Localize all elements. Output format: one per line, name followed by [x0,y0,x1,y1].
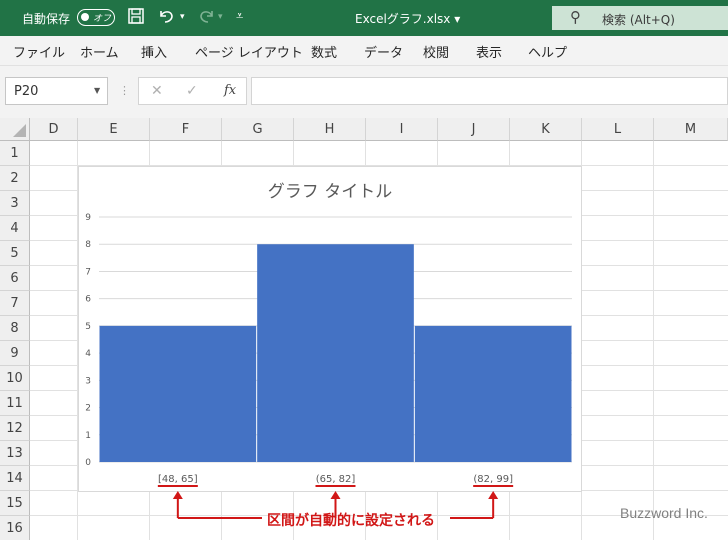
annotation-text: 区間が自動的に設定される [267,513,435,529]
x-category-label: (82, 99] [473,474,513,485]
row-header-2[interactable]: 2 [0,166,30,191]
search-icon: ⚲ [570,8,581,26]
column-header-f[interactable]: F [150,118,222,141]
tab-formulas[interactable]: 数式 [311,42,337,61]
histogram-bar[interactable] [257,244,414,462]
chart-plot-area[interactable]: 0 1 2 3 4 5 6 7 8 9 [48, 65] (65, 82] (82, 99] [79,167,581,491]
row-header-4[interactable]: 4 [0,216,30,241]
select-all-button[interactable] [0,118,30,141]
search-placeholder: 検索 (Alt+Q) [602,13,675,27]
formula-bar: P20 ▼ ⋮ ✕ ✓ fx [0,66,728,118]
autosave-state: オフ [93,14,112,24]
row-header-13[interactable]: 13 [0,441,30,466]
column-header-g[interactable]: G [222,118,294,141]
undo-icon[interactable] [157,7,177,29]
tab-data[interactable]: データ [364,42,403,61]
y-tick-label: 2 [85,404,91,414]
row-header-8[interactable]: 8 [0,316,30,341]
column-header-j[interactable]: J [438,118,510,141]
row-header-9[interactable]: 9 [0,341,30,366]
redo-dropdown-icon: ▾ [218,12,223,22]
histogram-chart[interactable]: グラフ タイトル 0 1 2 3 4 5 6 7 8 9 [48, 65] (65, 82] (82, … [78,166,582,492]
y-tick-label: 4 [85,349,91,359]
watermark: Buzzword Inc. [620,505,708,521]
y-tick-label: 8 [85,240,91,250]
x-category-label: [48, 65] [158,474,198,485]
more-options-icon[interactable]: ⋮ [119,84,130,97]
row-header-10[interactable]: 10 [0,366,30,391]
y-tick-label: 0 [85,458,91,468]
search-box[interactable]: ⚲ 検索 (Alt+Q) [552,6,728,30]
tab-file[interactable]: ファイル [13,42,65,61]
row-header-3[interactable]: 3 [0,191,30,216]
x-category-label: (65, 82] [316,474,356,485]
column-header-e[interactable]: E [78,118,150,141]
tab-insert[interactable]: 挿入 [141,42,167,61]
tab-help[interactable]: ヘルプ [528,42,567,61]
enter-icon[interactable]: ✓ [186,83,198,99]
toggle-knob [81,13,89,21]
tab-page-layout[interactable]: ページ レイアウト [195,42,303,61]
row-header-12[interactable]: 12 [0,416,30,441]
y-tick-label: 3 [85,376,91,386]
ribbon-tabs: ファイル ホーム 挿入 ページ レイアウト 数式 データ 校閲 表示 ヘルプ [0,36,728,66]
customize-qat-icon[interactable]: ⩡ [236,9,243,24]
document-title[interactable]: Excelグラフ.xlsx ▾ [355,10,460,27]
row-header-15[interactable]: 15 [0,491,30,516]
histogram-bar[interactable] [99,325,257,462]
undo-dropdown-icon[interactable]: ▾ [180,12,185,22]
formula-buttons: ✕ ✓ fx [138,77,247,105]
y-tick-label: 5 [85,322,91,332]
save-icon[interactable] [127,7,145,29]
row-header-1[interactable]: 1 [0,141,30,166]
autosave-label: 自動保存 [22,12,71,26]
formula-input[interactable] [251,77,728,105]
tab-home[interactable]: ホーム [80,42,119,61]
histogram-bar[interactable] [414,325,572,462]
column-header-k[interactable]: K [510,118,582,141]
column-header-d[interactable]: D [30,118,78,141]
column-header-h[interactable]: H [294,118,366,141]
insert-function-icon[interactable]: fx [224,83,236,98]
y-tick-label: 7 [85,267,91,277]
cancel-icon[interactable]: ✕ [151,83,163,99]
select-all-triangle [13,124,26,137]
row-header-5[interactable]: 5 [0,241,30,266]
tab-review[interactable]: 校閲 [423,42,449,61]
row-header-6[interactable]: 6 [0,266,30,291]
name-box-value: P20 [14,84,39,99]
y-tick-label: 9 [85,213,91,223]
row-header-16[interactable]: 16 [0,516,30,540]
y-tick-label: 1 [85,431,91,441]
title-bar: 自動保存 オフ ▾ ▾ ⩡ Excelグラフ.xlsx ▾ ⚲ 検索 (Alt+… [0,0,728,36]
row-header-7[interactable]: 7 [0,291,30,316]
name-box-dropdown-icon[interactable]: ▼ [94,86,100,95]
column-header-l[interactable]: L [582,118,654,141]
row-header-14[interactable]: 14 [0,466,30,491]
row-header-11[interactable]: 11 [0,391,30,416]
tab-view[interactable]: 表示 [476,42,502,61]
name-box[interactable]: P20 ▼ [5,77,108,105]
column-header-m[interactable]: M [654,118,728,141]
y-tick-label: 6 [85,295,91,305]
redo-icon [196,7,216,29]
autosave-toggle[interactable]: オフ [77,9,115,26]
column-header-i[interactable]: I [366,118,438,141]
